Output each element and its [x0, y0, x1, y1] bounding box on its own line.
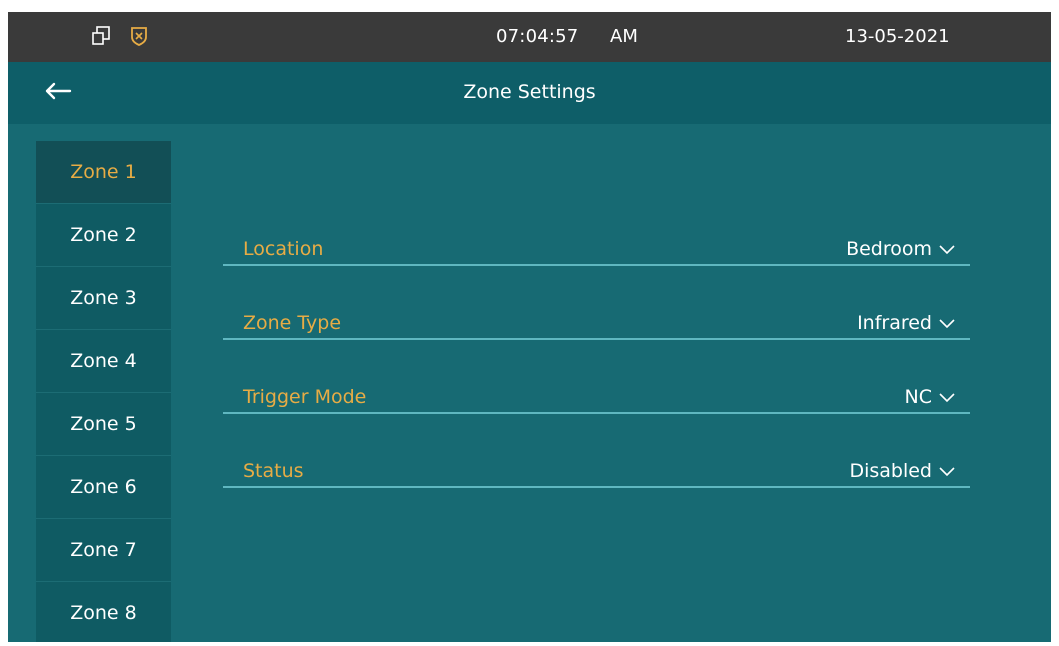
sidebar-item-zone-3[interactable]: Zone 3 — [36, 267, 171, 330]
zone-type-row: Zone Type Infrared — [223, 298, 970, 372]
sidebar-item-zone-2[interactable]: Zone 2 — [36, 204, 171, 267]
sidebar-item-label: Zone 3 — [70, 287, 137, 309]
location-label: Location — [243, 238, 324, 260]
chevron-down-icon — [939, 393, 955, 403]
main-content: Zone 1 Zone 2 Zone 3 Zone 4 Zone 5 Zone … — [8, 124, 1051, 642]
location-row: Location Bedroom — [223, 224, 970, 298]
divider — [223, 264, 970, 266]
divider — [223, 486, 970, 488]
title-bar: Zone Settings — [8, 62, 1051, 124]
sidebar-item-zone-1[interactable]: Zone 1 — [36, 141, 171, 204]
page-title: Zone Settings — [463, 81, 596, 103]
divider — [223, 338, 970, 340]
status-date: 13-05-2021 — [845, 26, 950, 47]
trigger-mode-row: Trigger Mode NC — [223, 372, 970, 446]
windows-icon — [90, 25, 112, 47]
location-value: Bedroom — [846, 238, 932, 260]
trigger-mode-value: NC — [904, 386, 932, 408]
zone-list: Zone 1 Zone 2 Zone 3 Zone 4 Zone 5 Zone … — [36, 141, 171, 642]
sidebar-item-zone-7[interactable]: Zone 7 — [36, 519, 171, 582]
trigger-mode-label: Trigger Mode — [243, 386, 367, 408]
sidebar-item-label: Zone 6 — [70, 476, 137, 498]
status-icons — [90, 25, 148, 47]
sidebar-item-label: Zone 5 — [70, 413, 137, 435]
status-value: Disabled — [849, 460, 932, 482]
status-dropdown[interactable]: Disabled — [849, 460, 956, 482]
status-bar: 07:04:57 AM 13-05-2021 — [8, 12, 1051, 62]
sidebar-item-label: Zone 2 — [70, 224, 137, 246]
sidebar-item-zone-5[interactable]: Zone 5 — [36, 393, 171, 456]
divider — [223, 412, 970, 414]
status-label: Status — [243, 460, 304, 482]
chevron-down-icon — [939, 319, 955, 329]
zone-type-label: Zone Type — [243, 312, 342, 334]
zone-settings-form: Location Bedroom Zone Type Infrared Trig… — [223, 224, 970, 520]
zone-type-value: Infrared — [857, 312, 932, 334]
chevron-down-icon — [939, 245, 955, 255]
status-row: Status Disabled — [223, 446, 970, 520]
chevron-down-icon — [939, 467, 955, 477]
sidebar-item-zone-6[interactable]: Zone 6 — [36, 456, 171, 519]
sidebar-item-label: Zone 1 — [70, 161, 137, 183]
zone-type-dropdown[interactable]: Infrared — [857, 312, 956, 334]
device-screen: 07:04:57 AM 13-05-2021 Zone Settings Zon… — [8, 12, 1051, 642]
status-ampm: AM — [610, 26, 638, 47]
location-dropdown[interactable]: Bedroom — [846, 238, 956, 260]
sidebar-item-zone-4[interactable]: Zone 4 — [36, 330, 171, 393]
sidebar-item-label: Zone 8 — [70, 602, 137, 624]
sidebar-item-label: Zone 7 — [70, 539, 137, 561]
sidebar-item-label: Zone 4 — [70, 350, 137, 372]
shield-icon — [130, 25, 148, 47]
trigger-mode-dropdown[interactable]: NC — [905, 386, 956, 408]
sidebar-item-zone-8[interactable]: Zone 8 — [36, 582, 171, 642]
status-time: 07:04:57 — [496, 26, 579, 47]
